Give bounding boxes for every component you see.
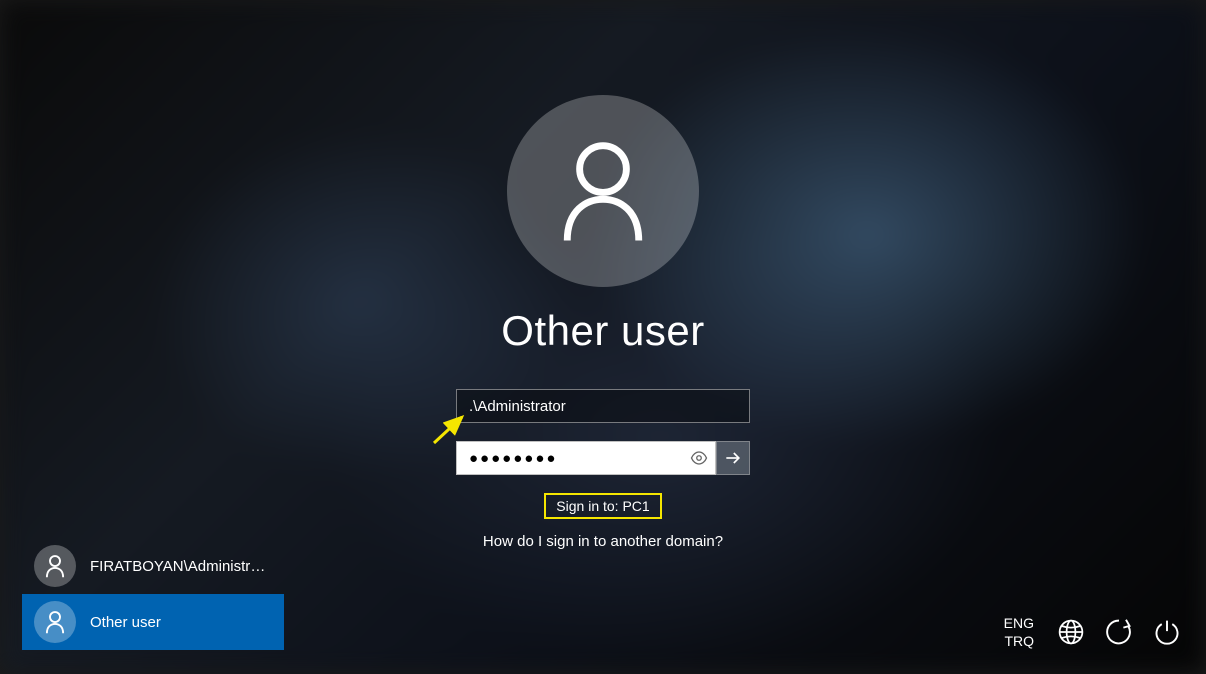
other-domain-link[interactable]: How do I sign in to another domain? xyxy=(483,533,723,550)
user-switcher-list: FIRATBOYAN\Administrat... Other user xyxy=(22,538,284,650)
username-row xyxy=(456,389,750,423)
lang-line1: ENG xyxy=(1004,614,1034,632)
user-item-label: Other user xyxy=(90,614,161,631)
login-title: Other user xyxy=(501,307,704,355)
power-icon[interactable] xyxy=(1152,617,1182,647)
login-panel: Other user Sign in to: PC1 How do I sign… xyxy=(456,95,750,550)
password-row xyxy=(456,441,750,475)
language-indicator[interactable]: ENG TRQ xyxy=(1004,614,1034,650)
sign-in-to-label: Sign in to: PC1 xyxy=(544,493,661,519)
user-item-domain-admin[interactable]: FIRATBOYAN\Administrat... xyxy=(22,538,284,594)
username-input[interactable] xyxy=(456,389,750,423)
password-reveal-icon[interactable] xyxy=(688,447,710,469)
user-avatar-small-icon xyxy=(34,601,76,643)
user-avatar-icon xyxy=(507,95,699,287)
user-item-other-user[interactable]: Other user xyxy=(22,594,284,650)
submit-arrow-button[interactable] xyxy=(716,441,750,475)
lang-line2: TRQ xyxy=(1004,632,1034,650)
user-avatar-small-icon xyxy=(34,545,76,587)
user-item-label: FIRATBOYAN\Administrat... xyxy=(90,558,272,575)
ease-of-access-icon[interactable] xyxy=(1104,617,1134,647)
password-input[interactable] xyxy=(456,441,716,475)
network-icon[interactable] xyxy=(1056,617,1086,647)
system-tray: ENG TRQ xyxy=(1004,614,1182,650)
